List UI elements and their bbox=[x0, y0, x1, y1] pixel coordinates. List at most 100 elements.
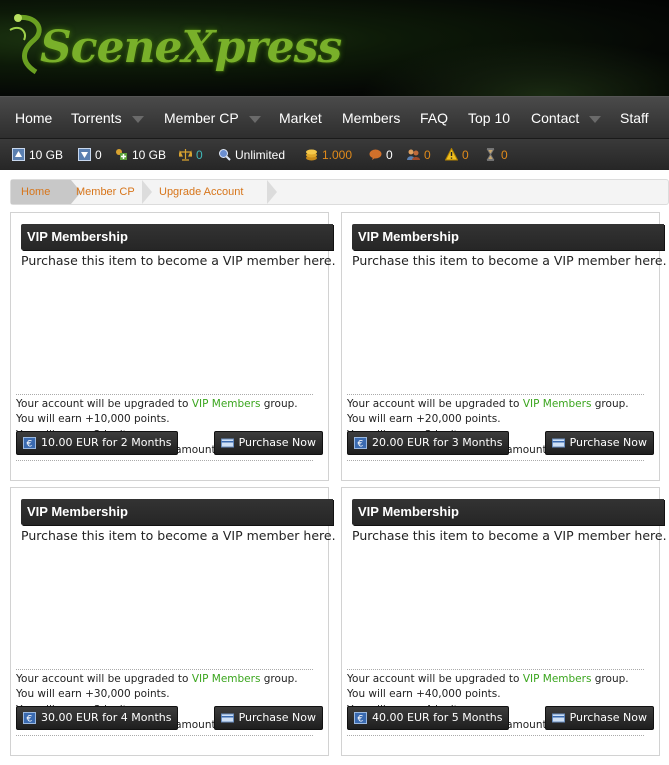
benefit-upgrade-prefix: Your account will be upgraded to bbox=[16, 673, 189, 685]
purchase-now-button[interactable]: Purchase Now bbox=[544, 431, 654, 455]
card-description: Purchase this item to become a VIP membe… bbox=[21, 528, 336, 543]
nav-torrents-label: Torrents bbox=[71, 110, 122, 126]
search-icon bbox=[219, 149, 231, 161]
benefit-upgrade-prefix: Your account will be upgraded to bbox=[347, 673, 520, 685]
nav-market[interactable]: Market bbox=[279, 97, 322, 139]
benefit-points: You will earn +10,000 points. bbox=[16, 413, 170, 426]
credit-card-icon bbox=[220, 438, 234, 448]
price-button[interactable]: €30.00 EUR for 4 Months bbox=[16, 706, 179, 730]
benefit-upgrade: Your account will be upgraded to VIP Mem… bbox=[16, 672, 313, 687]
purchase-now-button[interactable]: Purchase Now bbox=[213, 706, 323, 730]
credit-card-icon bbox=[551, 713, 565, 723]
main-nav: Home Torrents Member CP Market Members F… bbox=[0, 96, 669, 138]
breadcrumb-home[interactable]: Home bbox=[11, 180, 81, 204]
benefit-upgrade-prefix: Your account will be upgraded to bbox=[16, 398, 189, 410]
benefit-upgrade-suffix: group. bbox=[263, 398, 298, 410]
purchase-now-label: Purchase Now bbox=[238, 436, 316, 449]
stat-warnings: 0 bbox=[445, 139, 469, 171]
nav-member-cp-label: Member CP bbox=[164, 110, 239, 126]
stat-points-value: 1.000 bbox=[322, 148, 353, 162]
stat-invites-value: 0 bbox=[386, 148, 393, 162]
purchase-now-label: Purchase Now bbox=[569, 436, 647, 449]
nav-members-label: Members bbox=[342, 110, 401, 126]
nav-contact[interactable]: Contact bbox=[531, 97, 602, 139]
nav-top10[interactable]: Top 10 bbox=[468, 97, 510, 139]
benefit-upgrade: Your account will be upgraded to VIP Mem… bbox=[347, 397, 644, 412]
benefit-points: You will earn +30,000 points. bbox=[16, 688, 170, 701]
stat-warnings-value: 0 bbox=[462, 148, 469, 162]
stat-buffer: 10 GB bbox=[115, 139, 166, 171]
stat-seeding-value: 0 bbox=[424, 148, 431, 162]
svg-text:€: € bbox=[27, 715, 33, 725]
vip-card: VIP Membership Purchase this item to bec… bbox=[10, 212, 336, 481]
benefit-upgrade: Your account will be upgraded to VIP Mem… bbox=[16, 397, 313, 412]
nav-members[interactable]: Members bbox=[342, 97, 400, 139]
nav-torrents[interactable]: Torrents bbox=[71, 97, 144, 139]
benefit-upgrade-prefix: Your account will be upgraded to bbox=[347, 398, 520, 410]
credit-card-icon bbox=[220, 713, 234, 723]
benefit-upgrade-suffix: group. bbox=[594, 398, 629, 410]
chevron-down-icon bbox=[131, 115, 144, 123]
purchase-now-button[interactable]: Purchase Now bbox=[544, 706, 654, 730]
stat-downloaded: 0 bbox=[78, 139, 102, 171]
vip-card: VIP Membership Purchase this item to bec… bbox=[341, 487, 667, 756]
nav-market-label: Market bbox=[279, 110, 322, 126]
svg-text:€: € bbox=[358, 715, 364, 725]
price-button[interactable]: €20.00 EUR for 3 Months bbox=[347, 431, 510, 455]
stat-points: 1.000 bbox=[305, 139, 352, 171]
price-button[interactable]: €40.00 EUR for 5 Months bbox=[347, 706, 510, 730]
card-description: Purchase this item to become a VIP membe… bbox=[352, 528, 667, 543]
card-title: VIP Membership bbox=[21, 499, 333, 525]
card-title: VIP Membership bbox=[21, 224, 333, 250]
card-title: VIP Membership bbox=[352, 224, 664, 250]
site-banner: SceneXpress bbox=[0, 0, 669, 96]
breadcrumb-separator bbox=[267, 180, 277, 204]
card-description: Purchase this item to become a VIP membe… bbox=[352, 253, 667, 268]
card-description: Purchase this item to become a VIP membe… bbox=[21, 253, 336, 268]
breadcrumb-member-cp[interactable]: Member CP bbox=[76, 180, 135, 204]
breadcrumb: Home Member CP Upgrade Account bbox=[10, 179, 669, 205]
chevron-down-icon bbox=[248, 115, 261, 123]
price-button-label: 30.00 EUR for 4 Months bbox=[41, 711, 172, 724]
purchase-now-button[interactable]: Purchase Now bbox=[213, 431, 323, 455]
svg-text:€: € bbox=[358, 440, 364, 450]
card-title: VIP Membership bbox=[352, 499, 664, 525]
coins-icon bbox=[306, 149, 317, 161]
stat-slots: Unlimited bbox=[218, 139, 285, 171]
download-icon bbox=[78, 148, 91, 161]
vip-group-link[interactable]: VIP Members bbox=[192, 673, 261, 685]
nav-member-cp[interactable]: Member CP bbox=[164, 97, 261, 139]
price-button-label: 10.00 EUR for 2 Months bbox=[41, 436, 172, 449]
benefit-upgrade-suffix: group. bbox=[594, 673, 629, 685]
svg-text:€: € bbox=[27, 440, 33, 450]
site-logo[interactable]: SceneXpress bbox=[40, 22, 342, 73]
vip-card: VIP Membership Purchase this item to bec… bbox=[341, 212, 667, 481]
nav-staff[interactable]: Staff bbox=[620, 97, 649, 139]
stat-invites: 0 bbox=[369, 139, 393, 171]
purchase-now-label: Purchase Now bbox=[238, 711, 316, 724]
users-icon bbox=[407, 149, 420, 160]
chat-bubble-icon bbox=[369, 149, 382, 160]
vip-group-link[interactable]: VIP Members bbox=[523, 673, 592, 685]
nav-faq[interactable]: FAQ bbox=[420, 97, 448, 139]
price-button[interactable]: €10.00 EUR for 2 Months bbox=[16, 431, 179, 455]
vip-group-link[interactable]: VIP Members bbox=[523, 398, 592, 410]
upload-icon bbox=[12, 148, 25, 161]
price-button-label: 40.00 EUR for 5 Months bbox=[372, 711, 503, 724]
user-stats-bar: 10 GB 0 10 GB 0 Unlimited 1.000 0 0 0 0 bbox=[0, 138, 669, 170]
nav-home[interactable]: Home bbox=[15, 97, 52, 139]
price-button-label: 20.00 EUR for 3 Months bbox=[372, 436, 503, 449]
stat-ratio: 0 bbox=[179, 139, 203, 171]
scale-icon bbox=[179, 149, 192, 161]
nav-contact-label: Contact bbox=[531, 110, 580, 126]
banner-glow bbox=[360, 40, 669, 96]
benefit-points: You will earn +20,000 points. bbox=[347, 413, 501, 426]
vip-group-link[interactable]: VIP Members bbox=[192, 398, 261, 410]
purchase-now-label: Purchase Now bbox=[569, 711, 647, 724]
stat-slots-value: Unlimited bbox=[235, 148, 286, 162]
stat-ratio-value: 0 bbox=[196, 148, 203, 162]
stat-uploaded: 10 GB bbox=[12, 139, 63, 171]
euro-icon: € bbox=[354, 712, 367, 724]
warning-icon bbox=[445, 148, 458, 161]
stat-seeding: 0 bbox=[407, 139, 431, 171]
